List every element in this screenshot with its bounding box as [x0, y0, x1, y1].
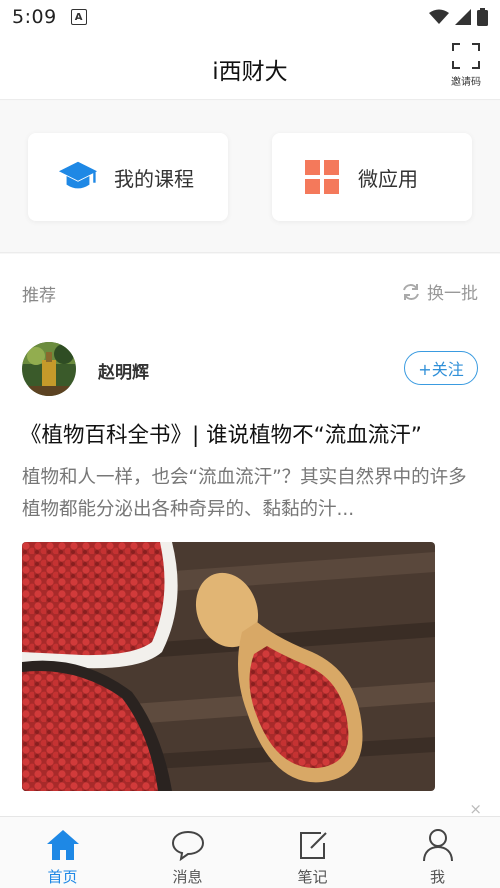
invite-code-button[interactable]: 邀请码 [446, 42, 486, 92]
micro-apps-label: 微应用 [358, 166, 418, 191]
page-title: i西财大 [212, 59, 288, 85]
my-courses-button[interactable]: 我的课程 [28, 133, 228, 221]
article-title[interactable]: 《植物百科全书》| 谁说植物不“流血流汗” [20, 418, 490, 449]
person-icon [420, 827, 456, 863]
chat-bubble-icon [170, 827, 206, 863]
status-icons [429, 8, 488, 26]
status-time: 5:09 [12, 6, 57, 28]
author-name[interactable]: 赵明辉 [98, 358, 149, 383]
refresh-button[interactable]: 换一批 [401, 279, 478, 304]
tab-messages[interactable]: 消息 [125, 817, 250, 888]
quick-actions: 我的课程 微应用 [0, 101, 500, 253]
tab-home[interactable]: 首页 [0, 817, 125, 888]
recommend-header: 推荐 换一批 [0, 254, 500, 328]
article-image[interactable] [22, 542, 435, 791]
refresh-icon [403, 283, 419, 300]
my-courses-label: 我的课程 [114, 166, 194, 191]
tab-messages-label: 消息 [172, 868, 203, 886]
tab-me-label: 我 [429, 868, 445, 886]
bottom-tab-bar: 首页 消息 笔记 我 [0, 816, 500, 888]
article-summary[interactable]: 植物和人一样，也会“流血流汗”？其实自然界中的许多植物都能分泌出各种奇异的、黏黏… [22, 462, 470, 526]
follow-button[interactable]: +关注 [404, 351, 478, 385]
status-bar: 5:09 A [0, 0, 500, 34]
tab-me[interactable]: 我 [375, 817, 500, 888]
note-edit-icon [295, 827, 331, 863]
scan-frame-icon [452, 43, 480, 69]
tab-notes[interactable]: 笔记 [250, 817, 375, 888]
wifi-icon [429, 9, 449, 24]
grid-icon [302, 157, 342, 197]
title-bar: i西财大 邀请码 [0, 34, 500, 100]
post-author-row: 赵明辉 +关注 [0, 340, 500, 398]
battery-icon [477, 8, 488, 26]
invite-code-label: 邀请码 [451, 77, 481, 88]
signal-icon [455, 9, 471, 25]
home-icon [45, 827, 81, 863]
recommend-title: 推荐 [22, 286, 56, 306]
recommend-feed: 推荐 换一批 赵明辉 +关注 《植物百科全书》| 谁说植物不“流血流汗” 植物和… [0, 254, 500, 818]
micro-apps-button[interactable]: 微应用 [272, 133, 472, 221]
avatar[interactable] [22, 342, 76, 396]
tab-home-label: 首页 [47, 868, 78, 886]
refresh-label: 换一批 [427, 284, 478, 304]
graduation-cap-icon [58, 157, 98, 197]
a-box-icon: A [70, 9, 87, 25]
tab-notes-label: 笔记 [297, 868, 328, 886]
